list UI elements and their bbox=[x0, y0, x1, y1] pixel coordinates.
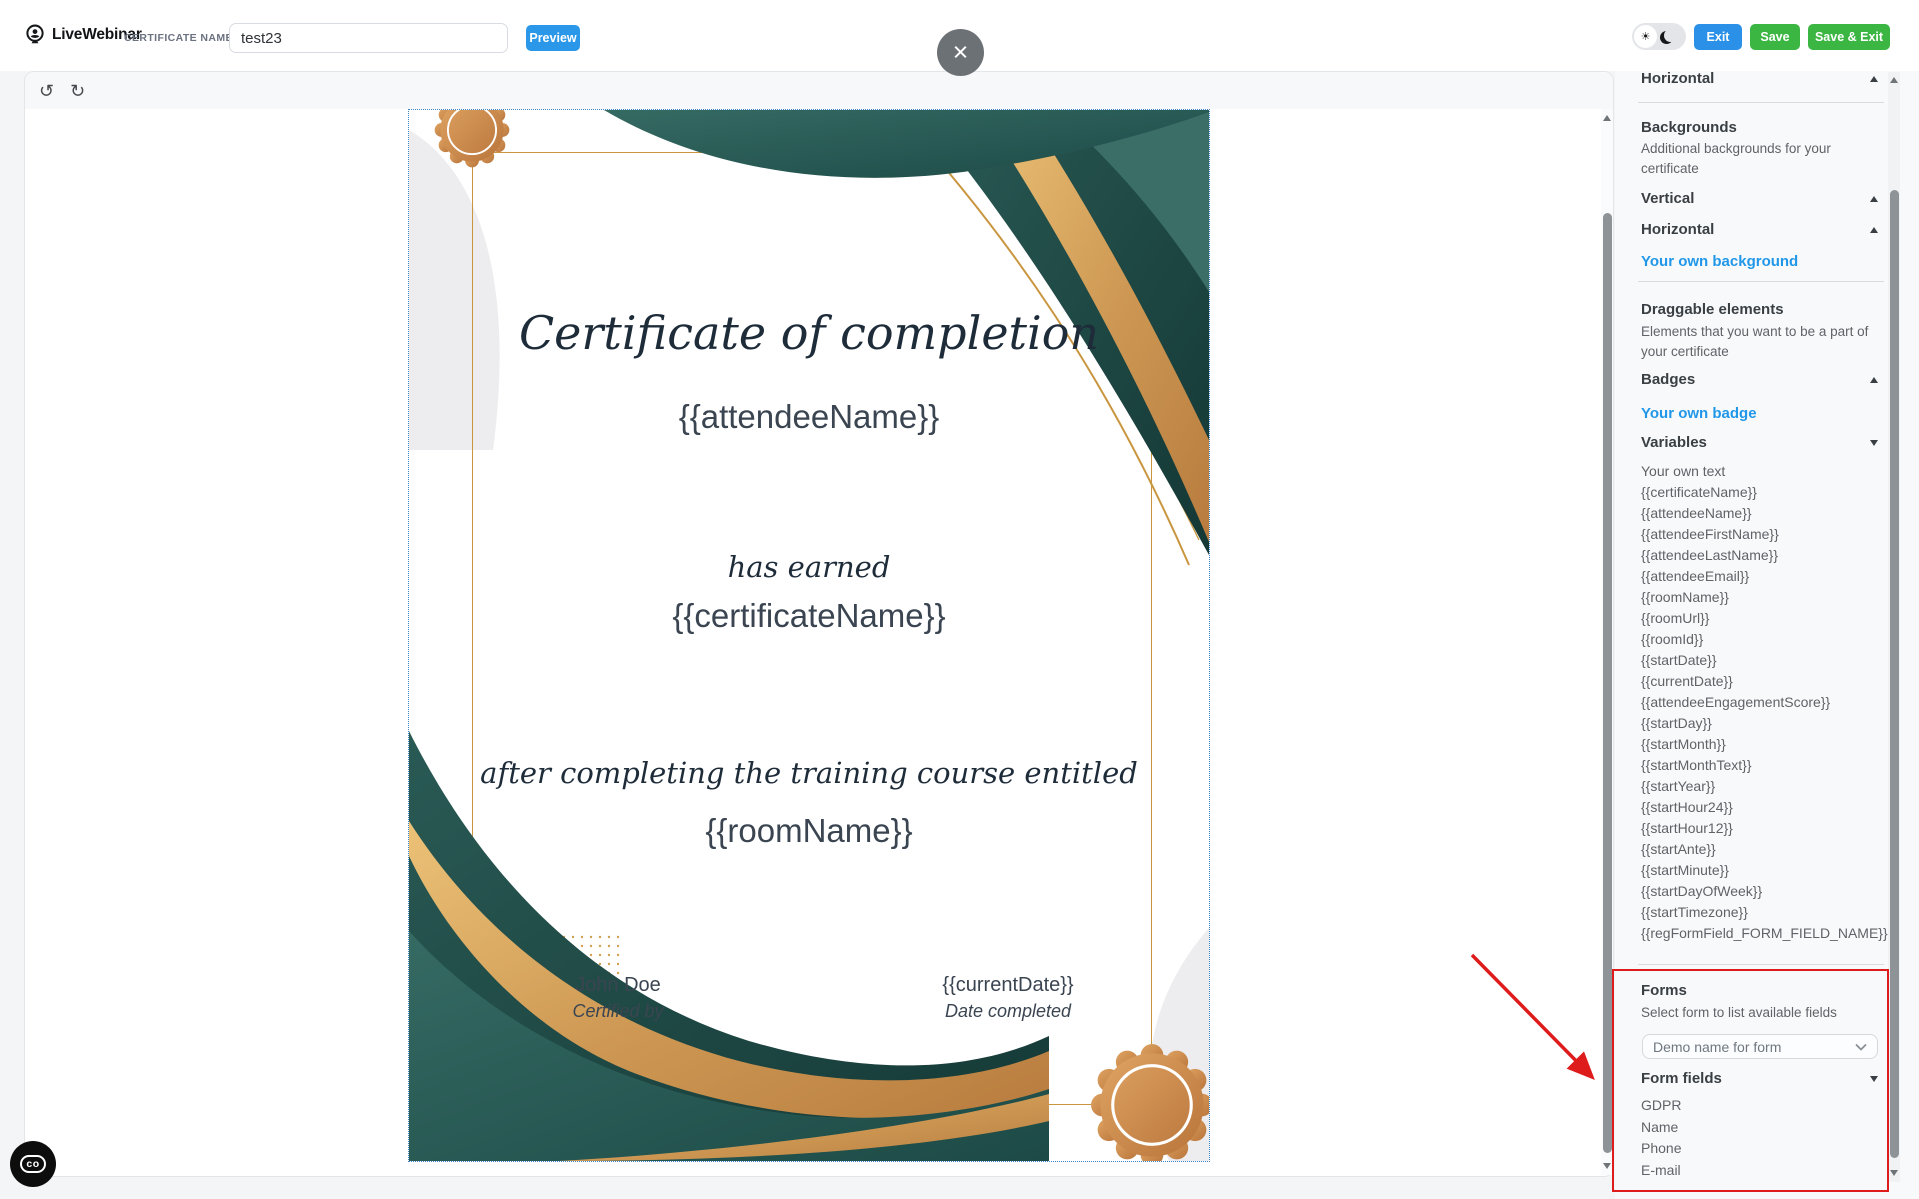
variable-item[interactable]: {{startYear}} bbox=[1641, 776, 1881, 797]
variable-item[interactable]: {{startTimezone}} bbox=[1641, 902, 1881, 923]
your-own-badge-link[interactable]: Your own badge bbox=[1641, 405, 1757, 422]
undo-icon[interactable]: ↺ bbox=[39, 82, 54, 100]
variable-item[interactable]: {{certificateName}} bbox=[1641, 482, 1881, 503]
your-own-background-link[interactable]: Your own background bbox=[1641, 253, 1798, 270]
scroll-up-icon[interactable] bbox=[1603, 115, 1611, 121]
sidebar-scrollbar[interactable] bbox=[1888, 72, 1900, 1182]
section-horizontal[interactable]: Horizontal bbox=[1641, 221, 1878, 238]
livewebinar-logo-icon bbox=[24, 24, 46, 46]
variable-item[interactable]: Your own text bbox=[1641, 461, 1881, 482]
draggable-elements-header: Draggable elements bbox=[1641, 301, 1878, 318]
chat-widget-logo: co bbox=[20, 1155, 45, 1173]
collapse-arrow-icon[interactable] bbox=[1870, 227, 1878, 233]
certificate-title: Certificate of completion bbox=[409, 306, 1209, 360]
section-label: Horizontal bbox=[1641, 70, 1714, 87]
scroll-down-icon[interactable] bbox=[1603, 1163, 1611, 1169]
variable-item[interactable]: {{startAnte}} bbox=[1641, 839, 1881, 860]
variable-item[interactable]: {{roomId}} bbox=[1641, 629, 1881, 650]
variable-item[interactable]: {{roomName}} bbox=[1641, 587, 1881, 608]
annotation-rectangle bbox=[1612, 969, 1889, 1192]
section-badges[interactable]: Badges bbox=[1641, 371, 1878, 388]
redo-icon[interactable]: ↻ bbox=[70, 82, 85, 100]
light-mode-icon[interactable]: ☀ bbox=[1634, 25, 1657, 48]
variable-item[interactable]: {{startDate}} bbox=[1641, 650, 1881, 671]
variable-item[interactable]: {{startHour24}} bbox=[1641, 797, 1881, 818]
collapse-arrow-icon[interactable] bbox=[1870, 196, 1878, 202]
chat-widget-button[interactable]: co bbox=[10, 1141, 56, 1187]
certified-by-block: John Doe Certified by bbox=[508, 974, 728, 1022]
variable-item[interactable]: {{startDay}} bbox=[1641, 713, 1881, 734]
certified-by-label: Certified by bbox=[508, 1001, 728, 1022]
backgrounds-description: Additional backgrounds for your certific… bbox=[1641, 139, 1881, 178]
scroll-up-icon[interactable] bbox=[1890, 77, 1898, 83]
editor-canvas-panel: ↺ ↻ bbox=[24, 71, 1614, 1177]
variable-item[interactable]: {{attendeeName}} bbox=[1641, 503, 1881, 524]
room-name-placeholder[interactable]: {{roomName}} bbox=[409, 812, 1209, 850]
save-button[interactable]: Save bbox=[1750, 24, 1800, 50]
variable-item[interactable]: {{attendeeFirstName}} bbox=[1641, 524, 1881, 545]
exit-button[interactable]: Exit bbox=[1694, 24, 1742, 50]
certificate-name-label: CERTIFICATE NAME bbox=[124, 32, 233, 44]
section-horizontal-top[interactable]: Horizontal bbox=[1641, 70, 1878, 87]
date-completed-block: {{currentDate}} Date completed bbox=[898, 974, 1118, 1022]
certificate-viewport: Certificate of completion {{attendeeName… bbox=[25, 109, 1613, 1176]
gold-rosette-badge-top-left bbox=[434, 110, 510, 168]
variable-item[interactable]: {{attendeeLastName}} bbox=[1641, 545, 1881, 566]
theme-toggle[interactable]: ☀ bbox=[1632, 23, 1686, 50]
variable-item[interactable]: {{attendeeEmail}} bbox=[1641, 566, 1881, 587]
variable-item[interactable]: {{startMonth}} bbox=[1641, 734, 1881, 755]
dark-mode-icon[interactable] bbox=[1664, 29, 1677, 42]
variable-item[interactable]: {{startMinute}} bbox=[1641, 860, 1881, 881]
divider bbox=[1638, 102, 1884, 103]
variable-item[interactable]: {{startHour12}} bbox=[1641, 818, 1881, 839]
collapse-arrow-icon[interactable] bbox=[1870, 76, 1878, 82]
certificate-name-placeholder[interactable]: {{certificateName}} bbox=[409, 597, 1209, 635]
collapse-arrow-icon[interactable] bbox=[1870, 377, 1878, 383]
expand-arrow-icon[interactable] bbox=[1870, 440, 1878, 446]
variable-item[interactable]: {{startMonthText}} bbox=[1641, 755, 1881, 776]
variable-item[interactable]: {{currentDate}} bbox=[1641, 671, 1881, 692]
section-vertical[interactable]: Vertical bbox=[1641, 190, 1878, 207]
date-completed-label: Date completed bbox=[898, 1001, 1118, 1022]
close-icon: × bbox=[953, 39, 969, 66]
annotation-arrow bbox=[1460, 943, 1610, 1093]
backgrounds-title: Backgrounds bbox=[1641, 119, 1737, 136]
section-label: Vertical bbox=[1641, 190, 1694, 207]
variable-item[interactable]: {{regFormField_FORM_FIELD_NAME}} bbox=[1641, 923, 1881, 944]
section-variables[interactable]: Variables bbox=[1641, 434, 1878, 451]
current-date-placeholder[interactable]: {{currentDate}} bbox=[898, 974, 1118, 997]
attendee-name-placeholder[interactable]: {{attendeeName}} bbox=[409, 398, 1209, 436]
draggable-elements-description: Elements that you want to be a part of y… bbox=[1641, 322, 1881, 361]
divider bbox=[1638, 281, 1884, 282]
after-completing-text: after completing the training course ent… bbox=[409, 756, 1209, 790]
divider bbox=[1638, 964, 1884, 965]
variable-item[interactable]: {{roomUrl}} bbox=[1641, 608, 1881, 629]
close-button[interactable]: × bbox=[937, 29, 984, 76]
section-label: Horizontal bbox=[1641, 221, 1714, 238]
preview-button[interactable]: Preview bbox=[526, 25, 580, 51]
save-and-exit-button[interactable]: Save & Exit bbox=[1808, 24, 1890, 50]
canvas-toolbar: ↺ ↻ bbox=[25, 72, 1613, 109]
variables-list: Your own text{{certificateName}}{{attend… bbox=[1641, 461, 1881, 944]
certificate-preview[interactable]: Certificate of completion {{attendeeName… bbox=[409, 110, 1209, 1161]
section-label: Variables bbox=[1641, 434, 1707, 451]
certified-by-name[interactable]: John Doe bbox=[508, 974, 728, 997]
sidebar-scrollbar-thumb[interactable] bbox=[1890, 190, 1899, 1158]
backgrounds-header: Backgrounds bbox=[1641, 119, 1878, 136]
variable-item[interactable]: {{attendeeEngagementScore}} bbox=[1641, 692, 1881, 713]
certificate-name-input[interactable] bbox=[229, 23, 508, 53]
scroll-down-icon[interactable] bbox=[1890, 1170, 1898, 1176]
draggable-elements-title: Draggable elements bbox=[1641, 301, 1784, 318]
section-label: Badges bbox=[1641, 371, 1695, 388]
has-earned-text: has earned bbox=[409, 550, 1209, 584]
variable-item[interactable]: {{startDayOfWeek}} bbox=[1641, 881, 1881, 902]
gold-rosette-badge-bottom-right bbox=[1090, 1043, 1209, 1161]
